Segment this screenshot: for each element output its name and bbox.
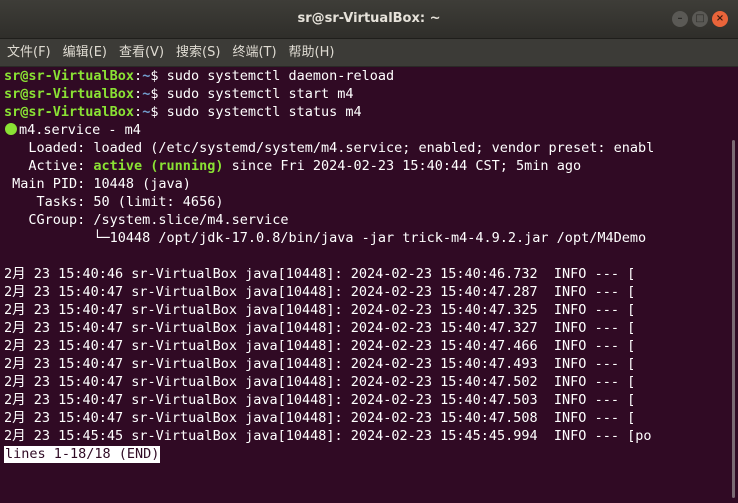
loaded-value: loaded (/etc/systemd/system/m4.service; … <box>93 140 655 156</box>
active-since: since Fri 2024-02-23 15:40:44 CST; 5min … <box>223 158 582 174</box>
menu-view[interactable]: 查看(V) <box>114 39 169 66</box>
maximize-button[interactable]: □ <box>692 11 708 27</box>
window-title: sr@sr-VirtualBox: ~ <box>297 11 441 26</box>
status-active-line: Active: active (running) since Fri 2024-… <box>4 157 724 175</box>
menu-help[interactable]: 帮助(H) <box>284 39 340 66</box>
terminal-output[interactable]: sr@sr-VirtualBox:~$ sudo systemctl daemo… <box>4 67 724 499</box>
log-line: 2月 23 15:40:47 sr-VirtualBox java[10448]… <box>4 356 636 372</box>
status-mainpid-line: Main PID: 10448 (java) <box>4 176 191 192</box>
active-state: active (running) <box>93 158 224 174</box>
active-dot-icon <box>5 123 17 135</box>
log-line: 2月 23 15:40:47 sr-VirtualBox java[10448]… <box>4 392 636 408</box>
status-service-line: m4.service - m4 <box>4 121 724 139</box>
status-cgroup-line: CGroup: /system.slice/m4.service <box>4 212 289 228</box>
command-text: sudo systemctl daemon-reload <box>166 68 395 84</box>
active-label: Active: <box>4 158 94 174</box>
pager-status: lines 1-18/18 (END) <box>4 446 161 463</box>
command-line-2: sr@sr-VirtualBox:~$ sudo systemctl start… <box>4 85 724 103</box>
log-line: 2月 23 15:40:46 sr-VirtualBox java[10448]… <box>4 266 636 282</box>
log-line: 2月 23 15:40:47 sr-VirtualBox java[10448]… <box>4 338 636 354</box>
log-line: 2月 23 15:40:47 sr-VirtualBox java[10448]… <box>4 320 636 336</box>
menu-file[interactable]: 文件(F) <box>2 39 56 66</box>
loaded-label: Loaded: <box>4 140 94 156</box>
status-loaded-line: Loaded: loaded (/etc/systemd/system/m4.s… <box>4 139 724 157</box>
log-line: 2月 23 15:40:47 sr-VirtualBox java[10448]… <box>4 374 636 390</box>
command-text: sudo systemctl status m4 <box>166 104 362 120</box>
prompt-user-host: sr@sr-VirtualBox <box>4 68 135 84</box>
prompt-user-host: sr@sr-VirtualBox <box>4 86 135 102</box>
command-line-1: sr@sr-VirtualBox:~$ sudo systemctl daemo… <box>4 67 724 85</box>
command-text: sudo systemctl start m4 <box>166 86 354 102</box>
close-button[interactable]: × <box>712 11 728 27</box>
window-controls: – □ × <box>672 11 728 27</box>
title-bar[interactable]: sr@sr-VirtualBox: ~ – □ × <box>0 0 738 39</box>
log-line: 2月 23 15:40:47 sr-VirtualBox java[10448]… <box>4 302 636 318</box>
pager-status-line: lines 1-18/18 (END) <box>4 445 724 463</box>
service-name: m4.service - m4 <box>19 122 141 138</box>
log-line: 2月 23 15:40:47 sr-VirtualBox java[10448]… <box>4 284 636 300</box>
prompt-user-host: sr@sr-VirtualBox <box>4 104 135 120</box>
terminal-window: sr@sr-VirtualBox: ~ – □ × 文件(F) 编辑(E) 查看… <box>0 0 738 503</box>
status-tasks-line: Tasks: 50 (limit: 4656) <box>4 194 224 210</box>
prompt-separator: : <box>134 104 143 120</box>
scrollbar-thumb[interactable] <box>732 140 735 498</box>
log-line: 2月 23 15:45:45 sr-VirtualBox java[10448]… <box>4 428 652 444</box>
menu-search[interactable]: 搜索(S) <box>171 39 225 66</box>
menu-bar: 文件(F) 编辑(E) 查看(V) 搜索(S) 终端(T) 帮助(H) <box>0 39 738 67</box>
prompt-symbol: $ <box>150 104 167 120</box>
terminal-scrollbar[interactable] <box>730 140 738 500</box>
status-cgroup-child-line: └─10448 /opt/jdk-17.0.8/bin/java -jar tr… <box>4 230 647 246</box>
prompt-symbol: $ <box>150 86 167 102</box>
prompt-symbol: $ <box>150 68 167 84</box>
menu-terminal[interactable]: 终端(T) <box>227 39 281 66</box>
command-line-3: sr@sr-VirtualBox:~$ sudo systemctl statu… <box>4 103 724 121</box>
prompt-separator: : <box>134 86 143 102</box>
menu-edit[interactable]: 编辑(E) <box>58 39 112 66</box>
prompt-separator: : <box>134 68 143 84</box>
log-line: 2月 23 15:40:47 sr-VirtualBox java[10448]… <box>4 410 636 426</box>
minimize-button[interactable]: – <box>672 11 688 27</box>
